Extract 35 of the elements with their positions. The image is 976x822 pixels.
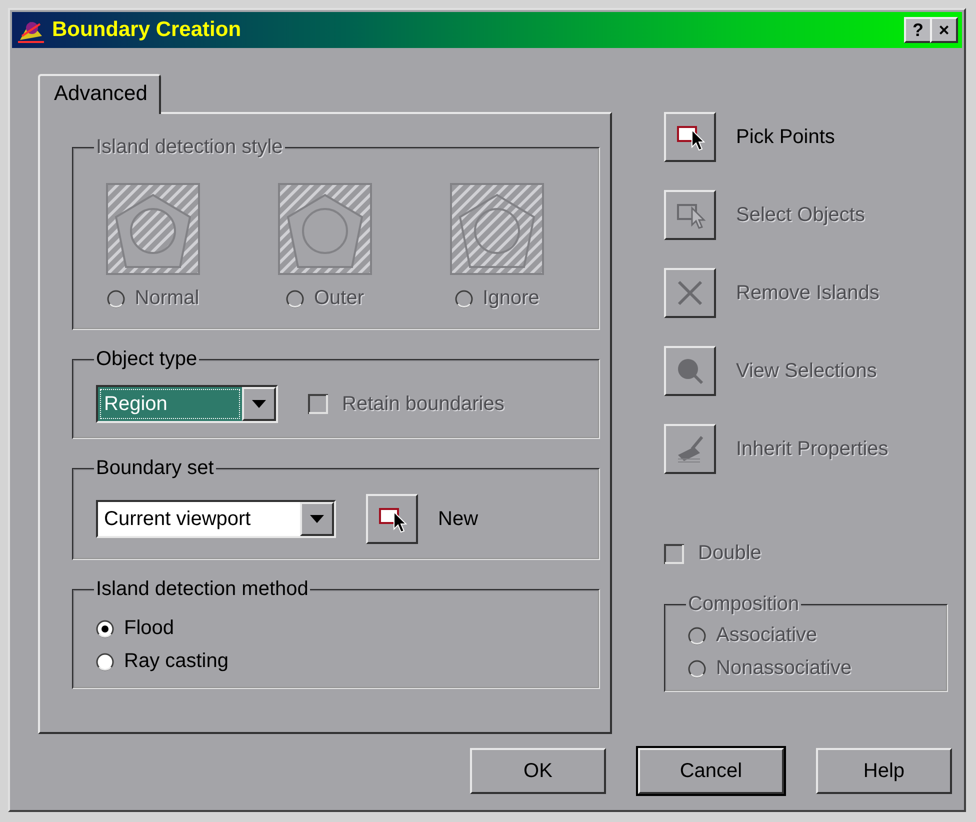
group-title: Island detection style	[95, 136, 284, 159]
hatch-pattern-icon	[278, 183, 372, 275]
tool-button[interactable]	[664, 112, 716, 162]
radio-label[interactable]: Flood	[124, 617, 174, 640]
boundary-set-dropdown[interactable]: Current viewport	[96, 500, 336, 538]
dialog-button[interactable]: Cancel	[638, 748, 784, 794]
hatch-pattern-icon	[450, 183, 544, 275]
object-type-dropdown[interactable]: Region	[96, 385, 278, 423]
help-button[interactable]: ?	[904, 17, 932, 43]
group-title: Island detection method	[95, 578, 310, 601]
tool-button[interactable]	[664, 268, 716, 318]
tool-button[interactable]	[664, 424, 716, 474]
dialog-button[interactable]: OK	[470, 748, 606, 794]
new-selection-button[interactable]	[366, 494, 418, 544]
button-label: New	[438, 508, 478, 530]
window-title: Boundary Creation	[52, 18, 242, 42]
dialog-button[interactable]: Help	[816, 748, 952, 794]
button-label: View Selections	[736, 360, 877, 382]
tab[interactable]: Advanced	[38, 74, 162, 114]
group-title: Composition	[687, 593, 800, 616]
button-label: Remove Islands	[736, 282, 880, 304]
radio-button[interactable]	[96, 620, 114, 638]
hatch-pattern-icon	[106, 183, 200, 275]
radio-button[interactable]	[96, 652, 114, 670]
tool-button[interactable]	[664, 346, 716, 396]
button-label: Select Objects	[736, 204, 865, 226]
button-label: Pick Points	[736, 126, 835, 148]
dropdown-arrow-icon	[310, 515, 324, 523]
tool-button[interactable]	[664, 190, 716, 240]
close-button[interactable]: ×	[930, 17, 958, 43]
button-label: Inherit Properties	[736, 438, 888, 460]
radio-label[interactable]: Ray casting	[124, 650, 228, 673]
group-title: Boundary set	[95, 457, 215, 480]
dropdown-arrow-icon	[252, 400, 266, 408]
group-title: Object type	[95, 348, 198, 371]
